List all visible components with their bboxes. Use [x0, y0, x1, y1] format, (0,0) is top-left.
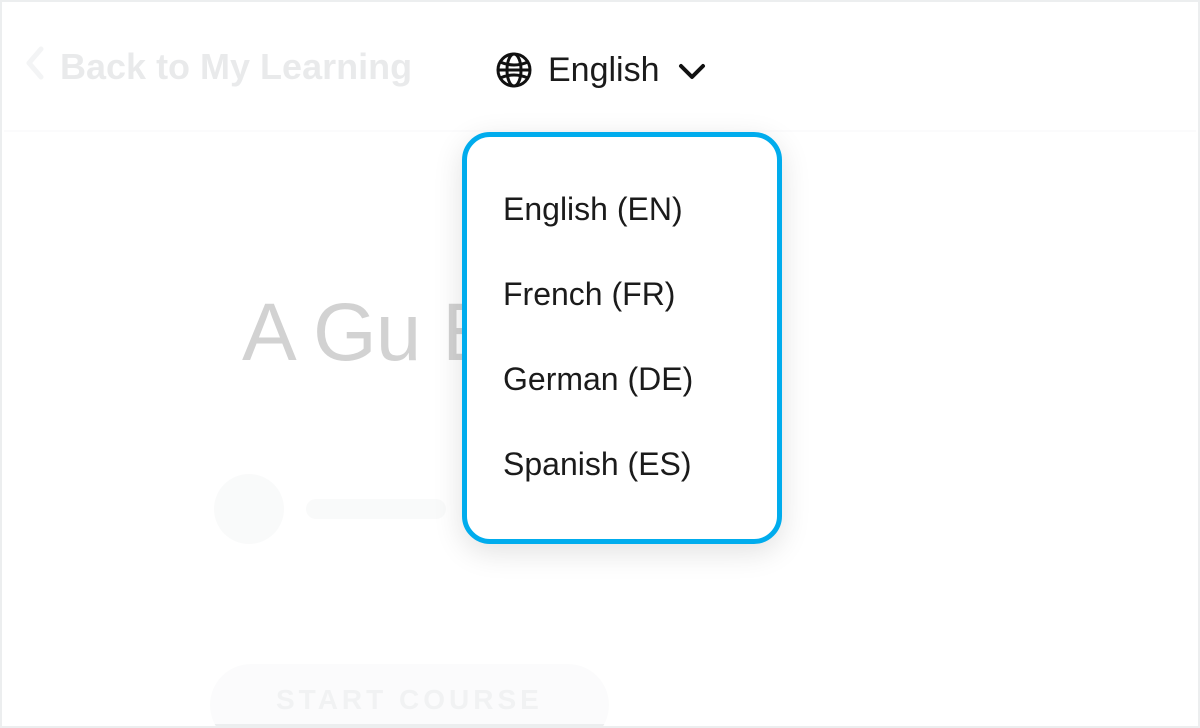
globe-icon: [494, 50, 534, 90]
language-option-fr[interactable]: French (FR): [467, 252, 777, 337]
start-course-label: START COURSE: [276, 684, 543, 715]
chevron-down-icon: [678, 51, 706, 90]
language-selector[interactable]: English: [494, 50, 706, 90]
language-option-de[interactable]: German (DE): [467, 337, 777, 422]
language-option-es[interactable]: Spanish (ES): [467, 422, 777, 507]
start-course-button[interactable]: START COURSE: [210, 664, 609, 728]
progress-step-dot: [214, 474, 284, 544]
back-to-my-learning-link[interactable]: Back to My Learning: [24, 45, 412, 90]
language-selected-label: English: [548, 51, 660, 90]
back-link-label: Back to My Learning: [60, 46, 412, 88]
language-option-label: German (DE): [503, 361, 693, 397]
language-option-label: English (EN): [503, 191, 683, 227]
language-dropdown: English (EN) French (FR) German (DE) Spa…: [462, 132, 782, 544]
progress-indicator: [214, 474, 446, 544]
progress-step-bar: [306, 499, 446, 519]
chevron-left-icon: [24, 45, 46, 90]
language-option-en[interactable]: English (EN): [467, 167, 777, 252]
language-option-label: French (FR): [503, 276, 675, 312]
language-option-label: Spanish (ES): [503, 446, 692, 482]
